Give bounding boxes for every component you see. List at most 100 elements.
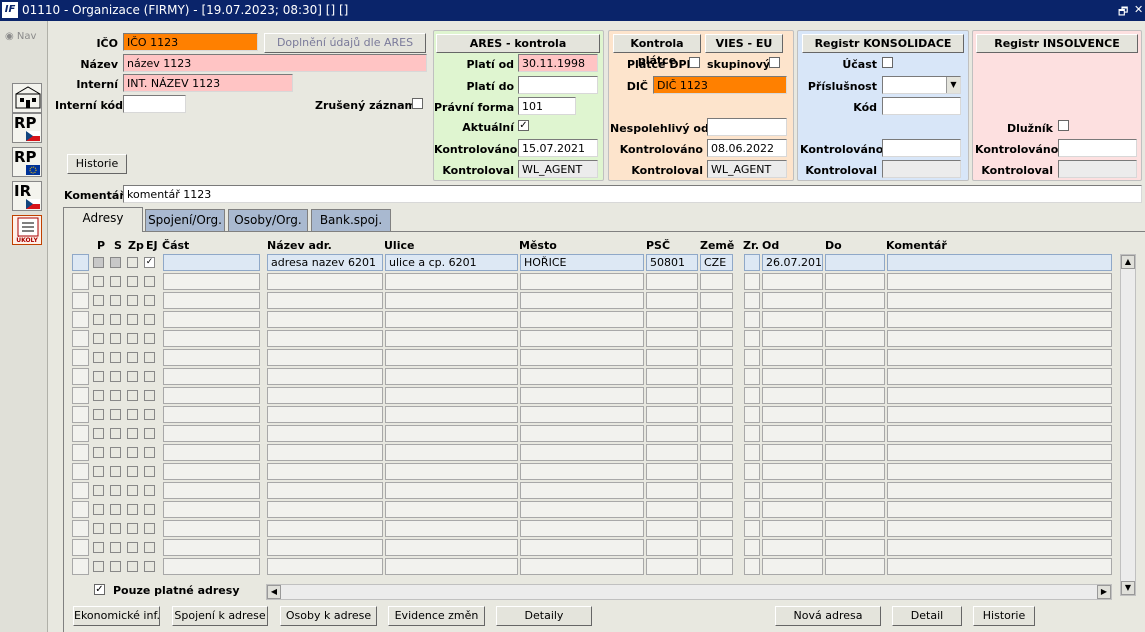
ares-kontrola-button[interactable]: ARES - kontrola bbox=[436, 34, 600, 53]
cell-nazev[interactable] bbox=[267, 387, 383, 404]
row-zp-checkbox[interactable] bbox=[127, 371, 138, 382]
organization-building-button[interactable] bbox=[12, 83, 42, 113]
row-p-checkbox[interactable] bbox=[93, 542, 104, 553]
cell-nazev[interactable] bbox=[267, 406, 383, 423]
cell-komentar[interactable] bbox=[887, 311, 1112, 328]
cell-komentar[interactable] bbox=[887, 444, 1112, 461]
cell-zr[interactable] bbox=[744, 349, 760, 366]
row-selector[interactable] bbox=[72, 558, 89, 575]
cell-komentar[interactable] bbox=[887, 463, 1112, 480]
cell-ulice[interactable] bbox=[385, 501, 518, 518]
cell-komentar[interactable] bbox=[887, 292, 1112, 309]
row-selector[interactable] bbox=[72, 273, 89, 290]
cell-mesto[interactable] bbox=[520, 558, 644, 575]
platce-dph-checkbox[interactable] bbox=[689, 57, 700, 68]
cell-od[interactable] bbox=[762, 463, 823, 480]
row-p-checkbox[interactable] bbox=[93, 523, 104, 534]
cell-do[interactable] bbox=[825, 520, 885, 537]
cell-od[interactable] bbox=[762, 501, 823, 518]
cell-cast[interactable] bbox=[163, 539, 260, 556]
row-selector[interactable] bbox=[72, 444, 89, 461]
row-ej-checkbox[interactable] bbox=[144, 333, 155, 344]
cell-zr[interactable] bbox=[744, 444, 760, 461]
cell-ulice[interactable] bbox=[385, 425, 518, 442]
cell-ulice[interactable] bbox=[385, 539, 518, 556]
ares-plati-od-input[interactable]: 30.11.1998 bbox=[518, 54, 598, 72]
row-s-checkbox[interactable] bbox=[110, 504, 121, 515]
komentar-input[interactable]: komentář 1123 bbox=[123, 185, 1142, 203]
row-selector[interactable] bbox=[72, 482, 89, 499]
cell-cast[interactable] bbox=[163, 425, 260, 442]
bottom-historie-button[interactable]: Historie bbox=[973, 606, 1035, 626]
row-s-checkbox[interactable] bbox=[110, 561, 121, 572]
cell-psc[interactable] bbox=[646, 444, 698, 461]
row-zp-checkbox[interactable] bbox=[127, 276, 138, 287]
cell-ulice[interactable] bbox=[385, 349, 518, 366]
pouze-platne-checkbox[interactable]: ✓ bbox=[94, 584, 105, 595]
row-zp-checkbox[interactable] bbox=[127, 409, 138, 420]
row-s-checkbox[interactable] bbox=[110, 542, 121, 553]
dic-input[interactable]: DIČ 1123 bbox=[653, 76, 787, 94]
cell-nazev[interactable] bbox=[267, 558, 383, 575]
cell-komentar[interactable] bbox=[887, 368, 1112, 385]
cell-ulice[interactable] bbox=[385, 482, 518, 499]
cell-zeme[interactable] bbox=[700, 387, 733, 404]
cell-komentar[interactable] bbox=[887, 349, 1112, 366]
kod-input[interactable] bbox=[882, 97, 961, 115]
cell-zeme[interactable] bbox=[700, 273, 733, 290]
row-zp-checkbox[interactable] bbox=[127, 390, 138, 401]
cell-do[interactable] bbox=[825, 387, 885, 404]
cell-psc[interactable] bbox=[646, 330, 698, 347]
cell-zeme[interactable]: CZE bbox=[700, 254, 733, 271]
row-s-checkbox[interactable] bbox=[110, 352, 121, 363]
cell-psc[interactable] bbox=[646, 425, 698, 442]
row-p-checkbox[interactable] bbox=[93, 428, 104, 439]
chevron-down-icon[interactable]: ▼ bbox=[946, 77, 960, 93]
row-p-checkbox[interactable] bbox=[93, 333, 104, 344]
nav-toggle[interactable]: ◉ Nav bbox=[5, 31, 36, 42]
cell-zr[interactable] bbox=[744, 292, 760, 309]
cell-nazev[interactable] bbox=[267, 444, 383, 461]
header-historie-button[interactable]: Historie bbox=[67, 154, 127, 174]
cell-ulice[interactable] bbox=[385, 368, 518, 385]
cell-od[interactable] bbox=[762, 539, 823, 556]
row-p-checkbox[interactable] bbox=[93, 295, 104, 306]
row-p-checkbox[interactable] bbox=[93, 314, 104, 325]
row-ej-checkbox[interactable] bbox=[144, 504, 155, 515]
ir-cz-button[interactable]: IR bbox=[12, 181, 42, 211]
cell-nazev[interactable] bbox=[267, 330, 383, 347]
row-p-checkbox[interactable] bbox=[93, 257, 104, 268]
row-p-checkbox[interactable] bbox=[93, 352, 104, 363]
cell-zr[interactable] bbox=[744, 273, 760, 290]
interni-input[interactable]: INT. NÁZEV 1123 bbox=[123, 74, 293, 92]
cell-ulice[interactable] bbox=[385, 311, 518, 328]
cell-do[interactable] bbox=[825, 292, 885, 309]
ares-fill-button[interactable]: Doplnění údajů dle ARES bbox=[264, 33, 426, 53]
kontrola-platce-button[interactable]: Kontrola plátce bbox=[613, 34, 701, 67]
cell-mesto[interactable] bbox=[520, 482, 644, 499]
row-zp-checkbox[interactable] bbox=[127, 561, 138, 572]
cell-ulice[interactable]: ulice a cp. 6201 bbox=[385, 254, 518, 271]
cell-nazev[interactable]: adresa nazev 6201 bbox=[267, 254, 383, 271]
cell-od[interactable] bbox=[762, 368, 823, 385]
cell-do[interactable] bbox=[825, 311, 885, 328]
cell-mesto[interactable] bbox=[520, 292, 644, 309]
cell-ulice[interactable] bbox=[385, 463, 518, 480]
cell-do[interactable] bbox=[825, 444, 885, 461]
cell-do[interactable] bbox=[825, 273, 885, 290]
cell-ulice[interactable] bbox=[385, 444, 518, 461]
nazev-input[interactable]: název 1123 bbox=[123, 54, 427, 72]
scroll-down-icon[interactable]: ▼ bbox=[1121, 581, 1135, 595]
row-zp-checkbox[interactable] bbox=[127, 295, 138, 306]
cell-psc[interactable] bbox=[646, 292, 698, 309]
cell-psc[interactable] bbox=[646, 463, 698, 480]
cell-mesto[interactable] bbox=[520, 311, 644, 328]
cell-od[interactable] bbox=[762, 387, 823, 404]
cell-od[interactable] bbox=[762, 520, 823, 537]
row-s-checkbox[interactable] bbox=[110, 295, 121, 306]
row-zp-checkbox[interactable] bbox=[127, 542, 138, 553]
cell-nazev[interactable] bbox=[267, 273, 383, 290]
row-zp-checkbox[interactable] bbox=[127, 523, 138, 534]
row-ej-checkbox[interactable] bbox=[144, 409, 155, 420]
cell-od[interactable] bbox=[762, 349, 823, 366]
